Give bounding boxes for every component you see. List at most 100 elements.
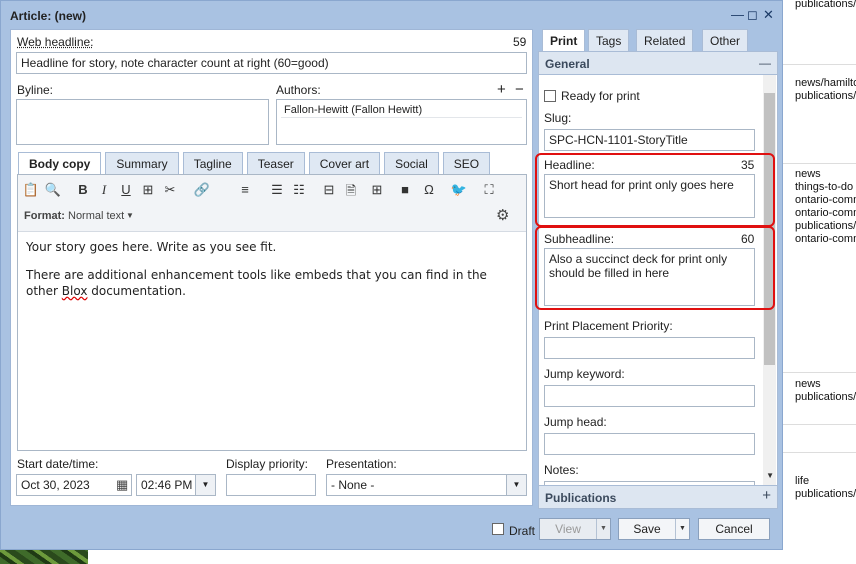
author-item[interactable]: Fallon-Hewitt (Fallon Hewitt) (281, 103, 522, 118)
table-icon[interactable]: ⊞ (368, 182, 386, 198)
link-icon[interactable]: 🔗 (193, 182, 211, 198)
tab-print[interactable]: Print (542, 29, 586, 51)
body-paragraph: There are additional enhancement tools l… (26, 267, 518, 299)
publications-label: Publications (545, 491, 617, 505)
cancel-button[interactable]: Cancel (698, 518, 770, 540)
chevron-down-icon[interactable]: ▼ (506, 475, 526, 495)
chevron-down-icon[interactable]: ▼ (126, 211, 134, 220)
tab-body-copy[interactable]: Body copy (18, 152, 102, 174)
bg-divider (783, 163, 856, 164)
presentation-select[interactable]: - None - ▼ (326, 474, 527, 496)
chevron-down-icon[interactable]: ▼ (675, 519, 689, 539)
bg-link[interactable]: life (795, 475, 809, 488)
jump-keyword-label: Jump keyword: (544, 367, 625, 381)
notes-label: Notes: (544, 463, 579, 477)
tab-tagline[interactable]: Tagline (182, 152, 243, 174)
paste-icon[interactable]: 📋 (22, 182, 40, 198)
chevron-down-icon[interactable]: ▼ (195, 475, 215, 495)
annotation-highlight (535, 153, 775, 227)
bg-link[interactable]: publications/ (795, 220, 856, 233)
tab-other[interactable]: Other (702, 29, 749, 51)
fullscreen-icon[interactable]: ⛶ (480, 182, 498, 198)
find-replace-icon[interactable]: 🔍 (44, 182, 62, 198)
draft-checkbox[interactable] (492, 523, 504, 535)
ready-for-print-label: Ready for print (561, 89, 640, 103)
web-headline-input[interactable]: Headline for story, note character count… (16, 52, 527, 74)
tab-related[interactable]: Related (636, 29, 694, 51)
tab-social[interactable]: Social (384, 152, 439, 174)
start-date-input[interactable]: Oct 30, 2023 (16, 474, 132, 496)
tab-seo[interactable]: SEO (442, 152, 491, 174)
bg-link[interactable]: news (795, 378, 821, 391)
tab-summary[interactable]: Summary (105, 152, 179, 174)
tab-cover-art[interactable]: Cover art (308, 152, 381, 174)
save-label: Save (633, 522, 661, 536)
display-priority-input[interactable] (226, 474, 316, 496)
cut-icon[interactable]: ✂ (161, 182, 179, 198)
jump-keyword-input[interactable] (544, 385, 755, 407)
article-dialog: Article: (new) — ◻ ✕ Web headline: 59 He… (0, 0, 783, 550)
view-button[interactable]: View ▼ (539, 518, 611, 540)
byline-input[interactable] (16, 99, 269, 145)
jump-head-input[interactable] (544, 433, 755, 455)
collapse-icon[interactable]: — (759, 56, 771, 70)
format-dropdown[interactable]: Normal text (68, 210, 124, 222)
maximize-icon[interactable]: ◻ (747, 8, 758, 22)
start-time-input[interactable]: 02:46 PM ▼ (136, 474, 216, 496)
video-icon[interactable]: ■ (396, 182, 414, 197)
gear-icon[interactable]: ⚙ (496, 206, 509, 224)
align-icon[interactable]: ≡ (236, 182, 254, 197)
chevron-down-icon[interactable]: ▼ (596, 519, 610, 539)
bg-link[interactable]: publications/ (795, 391, 856, 404)
print-placement-input[interactable] (544, 337, 755, 359)
italic-icon[interactable]: I (95, 182, 113, 198)
draft-label: Draft (509, 524, 536, 538)
tab-teaser[interactable]: Teaser (246, 152, 305, 174)
add-publication-button[interactable]: + (762, 487, 771, 504)
jump-head-label: Jump head: (544, 415, 607, 429)
bg-link[interactable]: news/hamilto (795, 77, 856, 90)
bold-icon[interactable]: B (74, 182, 92, 197)
bullet-list-icon[interactable]: ☷ (290, 182, 308, 198)
scroll-down-icon[interactable]: ▼ (766, 471, 774, 480)
add-author-button[interactable]: + (497, 81, 506, 98)
document-icon[interactable]: 🗎 (342, 182, 360, 204)
tab-tags[interactable]: Tags (588, 29, 630, 51)
authors-list[interactable]: Fallon-Hewitt (Fallon Hewitt) (276, 99, 527, 145)
bg-link[interactable]: publications/ (795, 90, 856, 103)
general-section-header[interactable]: General — (538, 51, 778, 75)
editor-content[interactable]: Your story goes here. Write as you see f… (26, 239, 518, 311)
publications-section-header[interactable]: Publications + (538, 485, 778, 509)
save-button[interactable]: Save ▼ (618, 518, 690, 540)
remove-author-button[interactable]: − (515, 81, 524, 98)
bg-link[interactable]: ontario-comm (795, 194, 856, 207)
annotation-highlight (535, 226, 775, 310)
content-panel: Web headline: 59 Headline for story, not… (10, 29, 533, 506)
bg-link[interactable]: publications/ (795, 0, 856, 11)
minimize-icon[interactable]: — (731, 8, 744, 22)
bg-link[interactable]: news (795, 168, 821, 181)
bg-link[interactable]: publications/ (795, 488, 856, 501)
web-headline-label: Web headline: (17, 35, 94, 49)
bg-link[interactable]: ontario-comm (795, 233, 856, 246)
ready-for-print-checkbox[interactable] (544, 90, 556, 102)
dialog-titlebar[interactable]: Article: (new) — ◻ ✕ (1, 1, 782, 29)
misspelled-word[interactable]: Blox (62, 284, 88, 298)
calendar-icon[interactable]: ▦ (116, 477, 128, 493)
authors-label: Authors: (276, 83, 321, 97)
close-icon[interactable]: ✕ (763, 8, 774, 22)
editor-toolbar: 📋 🔍 B I U ⊞ ✂ 🔗 ≡ ☰ ☷ ⊟ 🗎 ⊞ ■ Ω 🐦 ⛶ Form… (18, 175, 526, 232)
horizontal-rule-icon[interactable]: ⊟ (320, 182, 338, 198)
insert-icon[interactable]: ⊞ (139, 182, 157, 198)
twitter-icon[interactable]: 🐦 (450, 182, 468, 198)
bg-link[interactable]: ontario-comm (795, 207, 856, 220)
bg-link[interactable]: things-to-do (795, 181, 853, 194)
body-editor[interactable]: 📋 🔍 B I U ⊞ ✂ 🔗 ≡ ☰ ☷ ⊟ 🗎 ⊞ ■ Ω 🐦 ⛶ Form… (17, 174, 527, 451)
presentation-label: Presentation: (326, 457, 397, 471)
slug-input[interactable]: SPC-HCN-1101-StoryTitle (544, 129, 755, 151)
dialog-title: Article: (new) (10, 9, 87, 23)
byline-label: Byline: (17, 83, 54, 97)
underline-icon[interactable]: U (117, 182, 135, 197)
ordered-list-icon[interactable]: ☰ (268, 182, 286, 198)
special-char-icon[interactable]: Ω (420, 182, 438, 197)
